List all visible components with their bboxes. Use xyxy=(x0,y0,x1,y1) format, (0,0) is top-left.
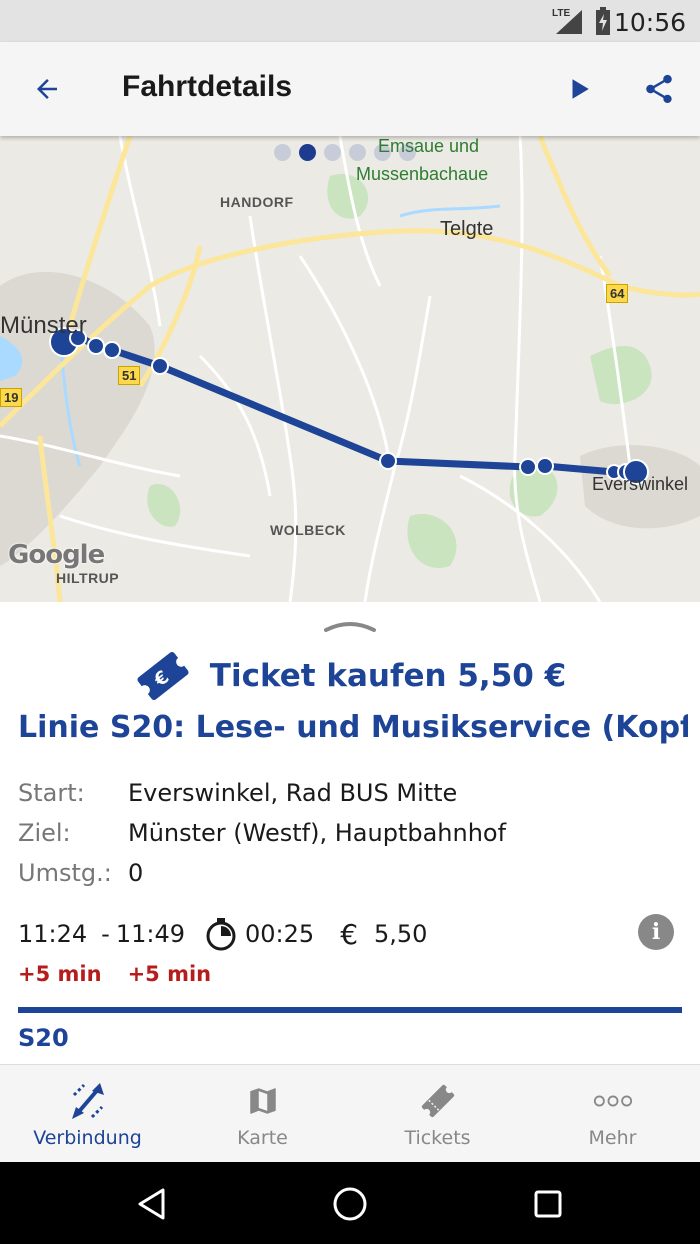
route-line-label: S20 xyxy=(18,1024,69,1052)
start-label: Start: xyxy=(18,779,85,807)
ticket-icon xyxy=(418,1081,458,1121)
road-badge-19: 19 xyxy=(0,388,23,407)
more-icon xyxy=(593,1081,633,1121)
map-canvas xyxy=(0,136,700,602)
map-label-mussenbachaue: Mussenbachaue xyxy=(356,164,489,184)
delay-row: +5 min +5 min xyxy=(18,962,211,986)
ticket-label: Ticket kaufen 5,50 € xyxy=(209,658,567,694)
nav-mehr[interactable]: Mehr xyxy=(525,1065,700,1163)
buy-ticket-button[interactable]: € Ticket kaufen 5,50 € xyxy=(0,648,700,704)
nav-tickets[interactable]: Tickets xyxy=(350,1065,525,1163)
time-summary: 11:24 - 11:49 00:25 € 5,50 i xyxy=(18,912,690,956)
share-icon xyxy=(646,74,672,104)
pager-dot[interactable] xyxy=(274,144,291,161)
pager-dot-active[interactable] xyxy=(299,144,316,161)
ticket-euro-icon: € xyxy=(137,652,189,700)
google-attribution: Google xyxy=(8,540,105,570)
nav-label-karte: Karte xyxy=(237,1127,288,1149)
circle-home-icon xyxy=(333,1187,367,1221)
play-icon xyxy=(572,79,589,99)
road-badge-64: 64 xyxy=(606,284,629,303)
stopwatch-icon xyxy=(205,917,237,951)
departure-delay: +5 min xyxy=(18,962,102,986)
arrival-time: 11:49 xyxy=(115,920,186,948)
time-separator: - xyxy=(101,920,110,948)
nav-verbindung[interactable]: Verbindung xyxy=(0,1065,175,1163)
start-value: Everswinkel, Rad BUS Mitte xyxy=(128,779,458,807)
nav-label-verbindung: Verbindung xyxy=(33,1127,142,1149)
app-bar: Fahrtdetails xyxy=(0,42,700,136)
status-time: 10:56 xyxy=(613,8,686,37)
arrival-delay: +5 min xyxy=(127,962,212,986)
nav-label-mehr: Mehr xyxy=(588,1127,637,1149)
signal-icon xyxy=(556,10,584,39)
back-button[interactable] xyxy=(22,66,72,112)
system-navigation-bar xyxy=(0,1162,700,1244)
system-back-button[interactable] xyxy=(130,1182,174,1226)
arrow-back-icon xyxy=(37,79,57,99)
destination-label: Ziel: xyxy=(18,819,71,847)
map-label-emsaue: Emsaue und xyxy=(378,136,480,156)
transfers-value: 0 xyxy=(128,859,144,887)
map-label-wolbeck: WOLBECK xyxy=(270,522,346,538)
transfers-label: Umstg.: xyxy=(18,859,112,887)
nav-karte[interactable]: Karte xyxy=(175,1065,350,1163)
pager-dot[interactable] xyxy=(349,144,366,161)
map-label-handorf: HANDORF xyxy=(220,194,294,210)
departure-time: 11:24 xyxy=(18,920,88,948)
route-map[interactable]: Emsaue und Mussenbachaue HANDORF Telgte … xyxy=(0,136,700,602)
detail-destination-row: Ziel: Münster (Westf), Hauptbahnhof xyxy=(18,813,678,853)
map-icon xyxy=(243,1081,283,1121)
detail-transfers-row: Umstg.: 0 xyxy=(18,853,678,893)
line-title: Linie S20: Lese- und Musikservice (Kopfh… xyxy=(18,710,688,745)
destination-value: Münster (Westf), Hauptbahnhof xyxy=(128,819,507,847)
battery-charging-icon xyxy=(594,6,612,41)
map-label-everswinkel: Everswinkel xyxy=(592,474,689,494)
map-label-hiltrup: HILTRUP xyxy=(56,570,120,586)
system-home-button[interactable] xyxy=(328,1182,372,1226)
play-button[interactable] xyxy=(556,66,602,112)
page-title: Fahrtdetails xyxy=(122,70,293,103)
system-recents-button[interactable] xyxy=(526,1182,570,1226)
chevron-up-icon xyxy=(324,622,376,632)
route-segment-bar xyxy=(18,1007,682,1013)
connection-icon xyxy=(68,1081,108,1121)
duration: 00:25 xyxy=(245,920,315,948)
bottom-navigation: Verbindung Karte Tickets Mehr xyxy=(0,1064,700,1162)
triangle-back-icon xyxy=(138,1188,165,1220)
sheet-drag-handle[interactable] xyxy=(322,618,378,632)
info-icon: i xyxy=(651,919,661,945)
price: 5,50 xyxy=(374,920,428,948)
euro-icon: € xyxy=(340,917,359,951)
square-recents-icon xyxy=(534,1190,562,1218)
share-button[interactable] xyxy=(636,66,682,112)
status-bar: LTE 10:56 xyxy=(0,0,700,42)
info-button[interactable]: i xyxy=(638,914,674,950)
road-badge-51: 51 xyxy=(118,366,141,385)
map-label-telgte: Telgte xyxy=(440,218,494,240)
trip-details: Start: Everswinkel, Rad BUS Mitte Ziel: … xyxy=(18,773,678,893)
pager-dot[interactable] xyxy=(324,144,341,161)
nav-label-tickets: Tickets xyxy=(404,1127,471,1149)
detail-start-row: Start: Everswinkel, Rad BUS Mitte xyxy=(18,773,678,813)
map-label-muenster: Münster xyxy=(0,312,87,339)
